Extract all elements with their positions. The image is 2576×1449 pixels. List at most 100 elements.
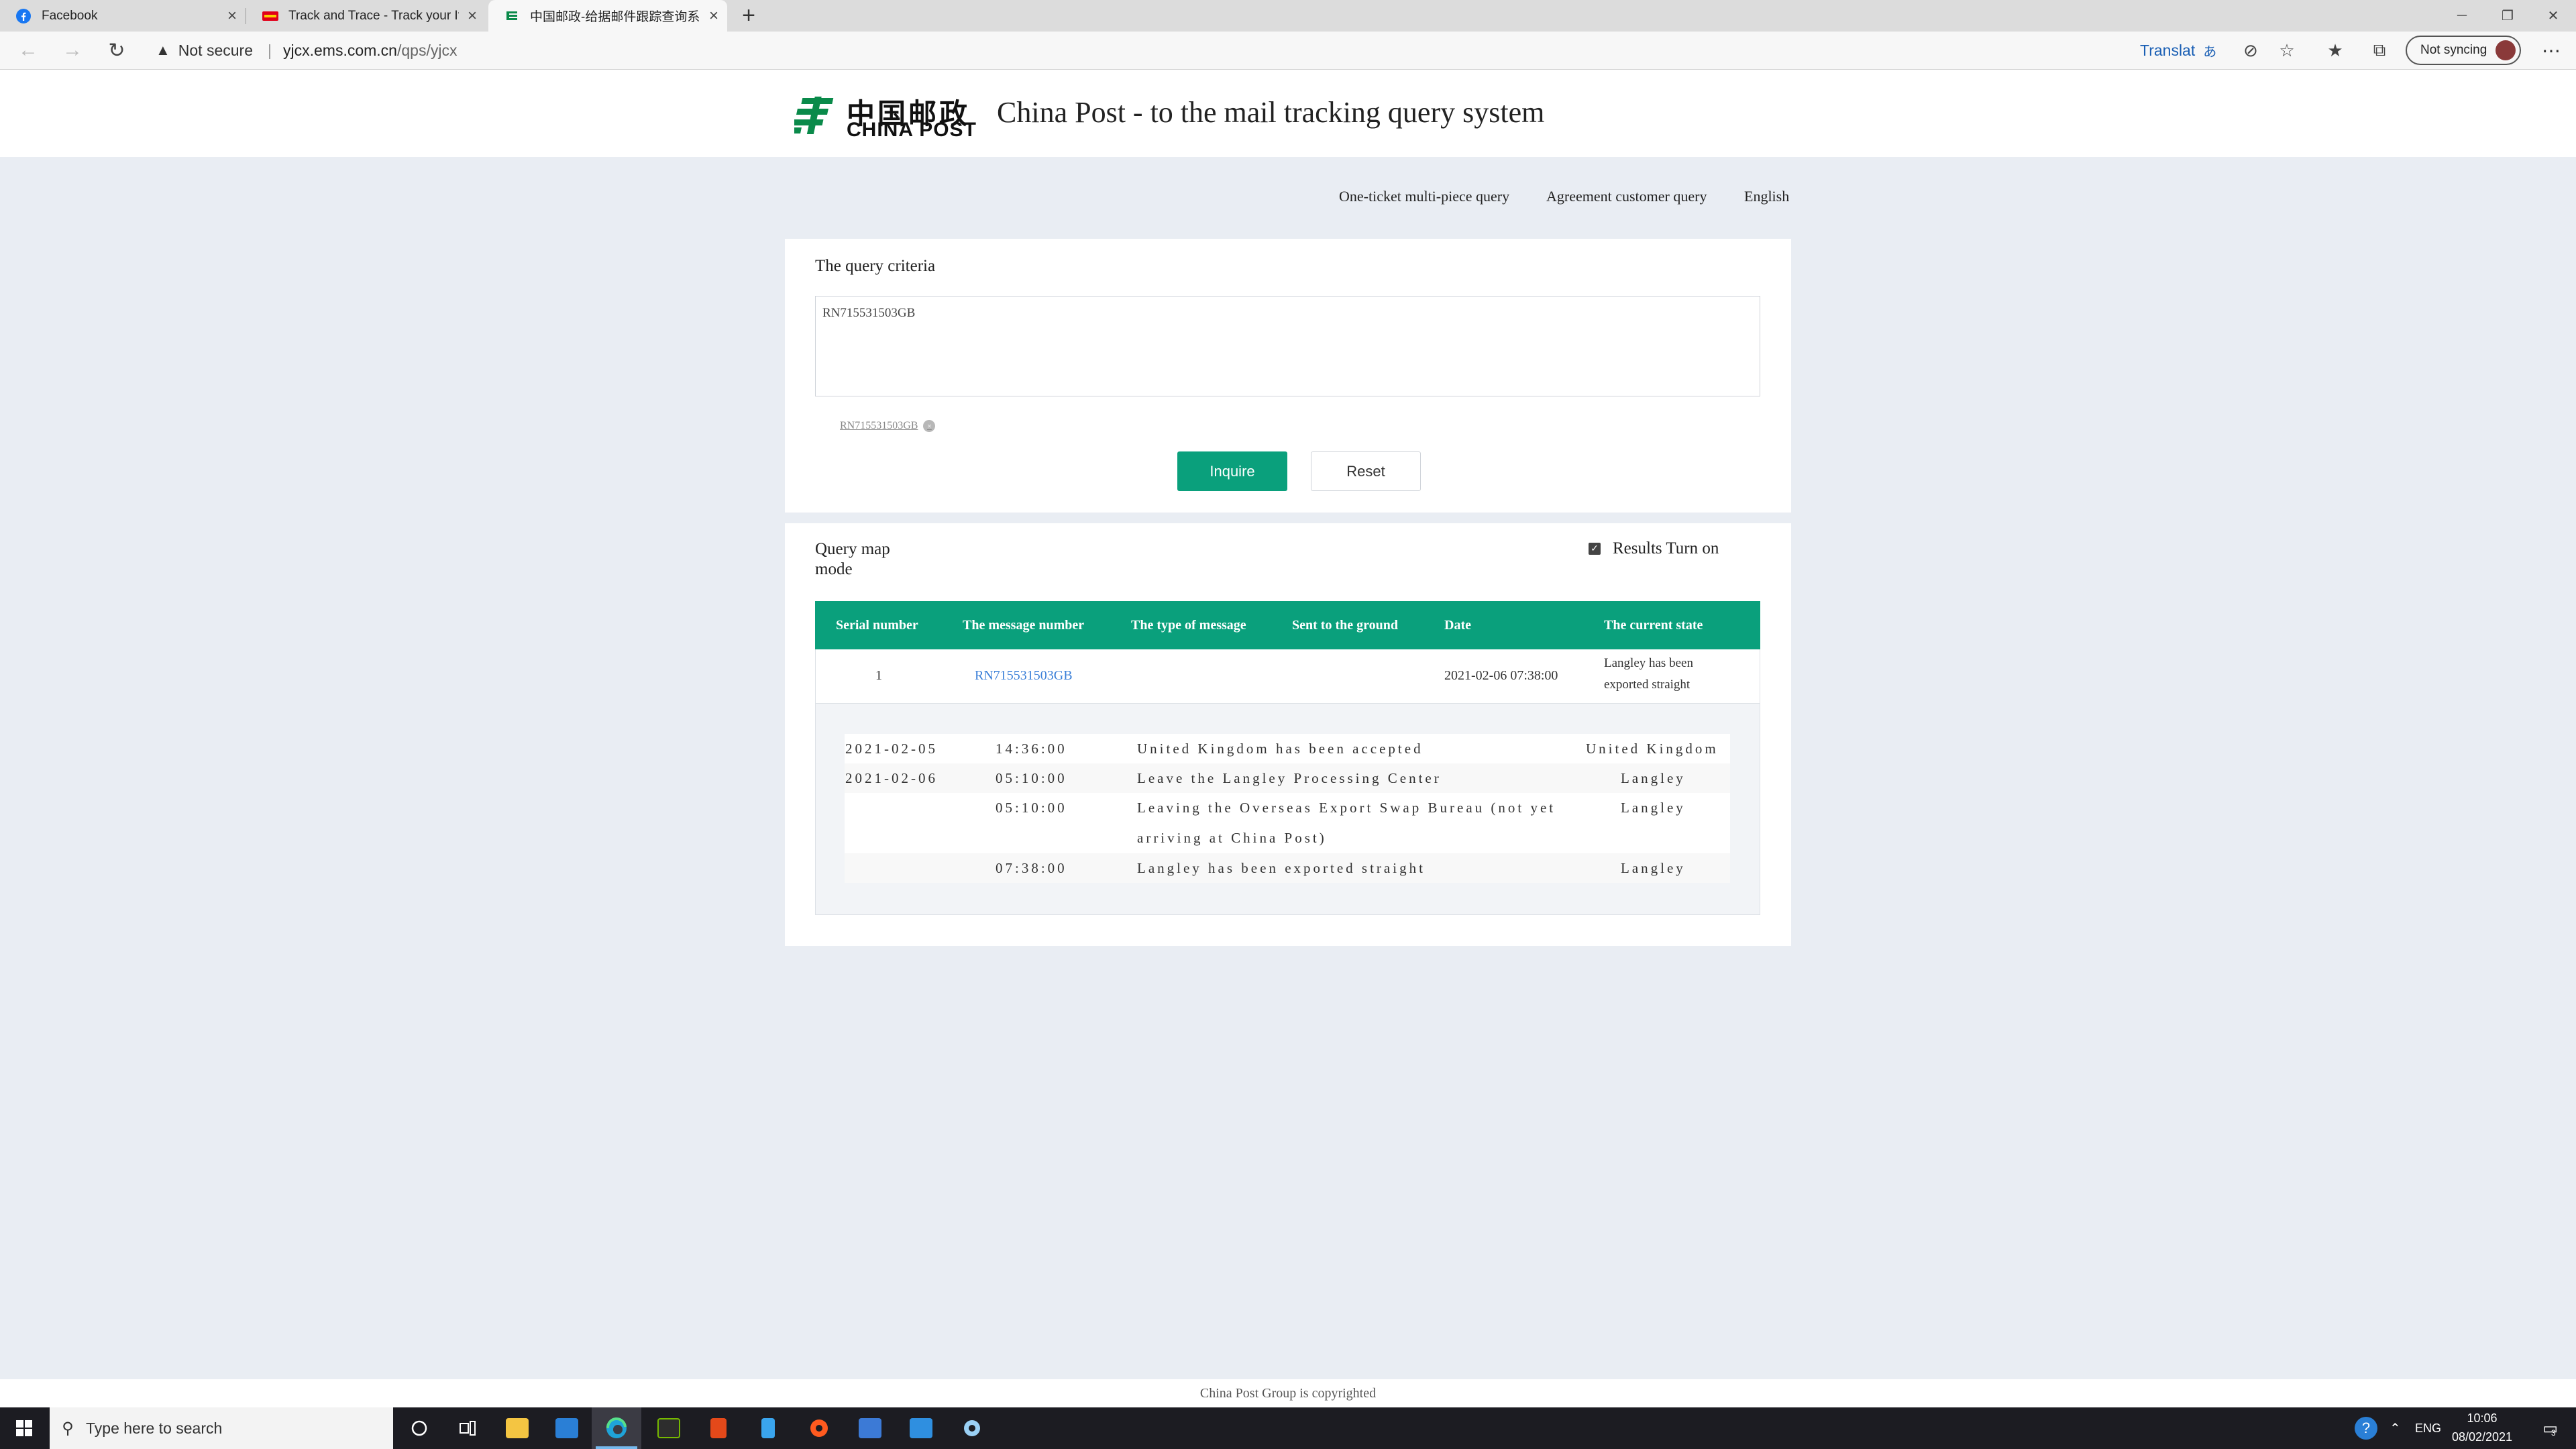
cell-serial: 1 [875,668,882,683]
translate-label: Translat [2140,41,2196,59]
tracking-prevention-icon[interactable]: ⊘ [2239,39,2262,62]
tab-china-post[interactable]: 中国邮政-给据邮件跟踪查询系统 × [488,0,727,32]
col-current-state: The current state [1604,617,1703,633]
close-icon[interactable]: × [700,7,727,25]
query-criteria-title: The query criteria [815,257,936,275]
photos-icon[interactable] [896,1407,946,1449]
col-date: Date [1444,617,1471,633]
china-post-icon [503,7,521,25]
url-host: yjcx.ems.com.cn [283,41,397,59]
chip-label: RN715531503GB [840,420,918,431]
calendar-icon[interactable] [845,1407,895,1449]
event-time: 05:10:00 [996,770,1067,786]
tracking-number-chip[interactable]: RN715531503GB × [840,420,936,432]
event-location: Langley [1621,800,1686,816]
cell-date: 2021-02-06 07:38:00 [1444,668,1558,683]
event-location: United Kingdom [1586,741,1719,757]
event-location: Langley [1621,770,1686,786]
event-description: Leave the Langley Processing Center [1137,770,1442,786]
event-description: Leaving the Overseas Export Swap Bureau … [1137,800,1556,816]
taskbar-search-input[interactable]: ⚲ Type here to search [50,1407,393,1449]
windows-start-icon[interactable] [0,1407,48,1449]
cortana-icon[interactable] [394,1407,444,1449]
event-time: 05:10:00 [996,800,1067,816]
tab-label: Track and Trace - Track your Item [288,8,459,23]
language-indicator[interactable]: ENG [2415,1407,2441,1449]
app-orange-icon[interactable] [794,1407,844,1449]
event-time: 07:38:00 [996,860,1067,876]
nvidia-icon[interactable] [644,1407,694,1449]
back-icon[interactable]: ← [8,32,48,69]
clock-date: 08/02/2021 [2451,1430,2513,1444]
profile-label: Not syncing [2420,43,2487,57]
tab-facebook[interactable]: Facebook × [0,0,246,32]
edge-browser-icon[interactable] [592,1407,641,1449]
site-footer: China Post Group is copyrighted [0,1379,2576,1407]
url-field[interactable]: yjcx.ems.com.cn/qps/yjcx [283,32,457,69]
more-options-icon[interactable]: ⋯ [2534,32,2568,69]
settings-app-icon[interactable] [947,1407,997,1449]
results-toggle[interactable]: ✓ Results Turn on [1589,539,1719,558]
avatar [2496,40,2516,60]
help-icon[interactable]: ? [2355,1417,2377,1440]
event-time: 14:36:00 [996,741,1067,757]
new-tab-button[interactable]: + [735,0,762,32]
event-description: United Kingdom has been accepted [1137,741,1424,757]
url-path: /qps/yjcx [396,41,458,59]
reset-button[interactable]: Reset [1311,451,1421,491]
translate-button[interactable]: Translat あ [2140,32,2216,69]
results-toggle-label: Results Turn on [1613,539,1719,557]
file-explorer-icon[interactable] [492,1407,542,1449]
remove-chip-icon[interactable]: × [923,420,936,432]
page-title: China Post - to the mail tracking query … [997,96,1545,129]
restore-icon[interactable]: ❐ [2485,0,2530,32]
collections-icon[interactable]: ⧉ [2368,39,2391,62]
facebook-icon [15,7,32,25]
cell-state-line-1: Langley has been [1604,656,1693,670]
url-divider: | [268,41,272,59]
event-date: 2021-02-05 [845,741,938,757]
translate-icon: あ [2203,44,2217,60]
reload-icon[interactable]: ↻ [97,32,137,69]
nav-multi-piece-query[interactable]: One-ticket multi-piece query [1339,188,1509,205]
tracking-number-input[interactable]: RN715531503GB [815,296,1760,396]
browser-tab-bar: Facebook × Track and Trace - Track your … [0,0,2576,32]
cell-state-line-2: exported straight [1604,678,1690,692]
results-checkbox[interactable]: ✓ [1589,543,1601,555]
security-indicator[interactable]: ▲ Not secure | [156,32,272,69]
notification-center-icon[interactable]: ▭ 3 [2529,1407,2569,1449]
close-icon[interactable]: × [459,7,486,25]
event-description: Langley has been exported straight [1137,860,1426,876]
profile-button[interactable]: Not syncing [2406,36,2521,65]
close-window-icon[interactable]: ✕ [2530,0,2576,32]
notepad-icon[interactable] [743,1407,793,1449]
show-hidden-icons[interactable]: ⌃ [2390,1407,2401,1449]
office-icon[interactable] [694,1407,743,1449]
col-sent-to-ground: Sent to the ground [1292,617,1398,633]
task-view-icon[interactable] [443,1407,492,1449]
nav-agreement-customer-query[interactable]: Agreement customer query [1546,188,1707,205]
logo-english-text: CHINA POST [847,119,977,141]
col-message-type: The type of message [1131,617,1246,633]
col-message-number: The message number [963,617,1085,633]
close-icon[interactable]: × [219,7,246,25]
minimize-icon[interactable]: ─ [2439,0,2485,32]
nav-language-english[interactable]: English [1744,188,1789,205]
inquire-button[interactable]: Inquire [1177,451,1287,491]
royal-mail-icon [262,7,279,25]
china-post-logo-icon[interactable] [786,93,839,140]
favorites-icon[interactable]: ★ [2324,39,2347,62]
tab-track-and-trace[interactable]: Track and Trace - Track your Item × [247,0,486,32]
search-placeholder: Type here to search [86,1419,223,1437]
system-clock[interactable]: 10:06 08/02/2021 [2442,1409,2522,1446]
mail-icon[interactable] [542,1407,592,1449]
notification-count: 3 [2551,1428,2556,1438]
query-map-mode-link[interactable]: Query map mode [815,539,916,580]
tab-label: 中国邮政-给据邮件跟踪查询系统 [530,10,700,24]
window-controls: ─ ❐ ✕ [2439,0,2576,32]
security-label: Not secure [178,41,253,59]
cell-message-number-link[interactable]: RN715531503GB [975,668,1073,684]
event-date: 2021-02-06 [845,770,938,786]
forward-icon[interactable]: → [52,32,93,69]
add-favorite-icon[interactable]: ☆ [2275,39,2298,62]
